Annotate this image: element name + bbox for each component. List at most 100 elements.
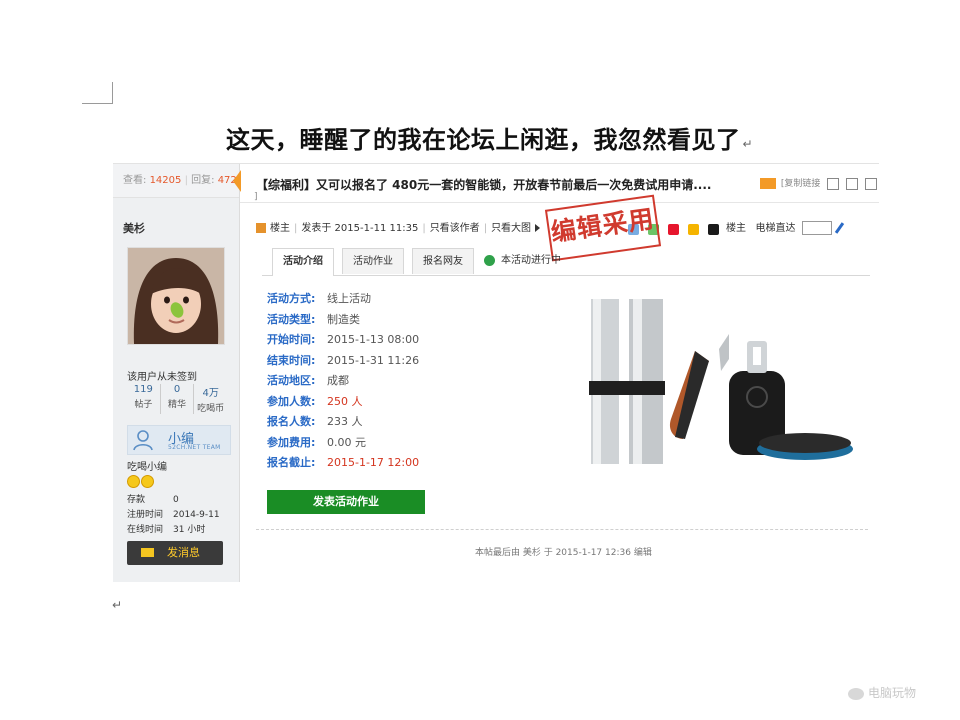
check-icon <box>484 254 495 266</box>
stat-label: 精华 <box>168 400 187 410</box>
send-message-button[interactable]: 发消息 <box>127 541 223 565</box>
info-key: 存款 <box>127 495 146 505</box>
forum-screenshot: 查看: 14205 | 回复: 472 美杉 该用户从未签到 119 帖子 0 精华 <box>113 163 879 582</box>
stat-value: 0 <box>173 384 181 395</box>
info-row: 存款 0 <box>127 492 220 507</box>
smiley-icon <box>127 475 140 488</box>
author-sidebar: 查看: 14205 | 回复: 472 美杉 该用户从未签到 119 帖子 0 精华 <box>113 164 241 582</box>
elevator-label: 电梯直达 <box>755 223 796 234</box>
print-icon[interactable] <box>827 177 840 190</box>
elevator-input[interactable] <box>801 221 832 235</box>
site-watermark: 电脑玩物 <box>848 684 916 701</box>
smart-lock-product-image <box>571 289 860 479</box>
field-label: 参加人数: <box>267 394 316 408</box>
chat-bubble-icon <box>848 687 864 700</box>
page-corner-mark <box>82 82 113 104</box>
stat-digest[interactable]: 0 精华 <box>161 384 195 414</box>
stat-value: 119 <box>133 384 153 395</box>
tab-activity-work[interactable]: 活动作业 <box>342 248 404 274</box>
person-icon <box>133 430 153 451</box>
info-key: 注册时间 <box>127 510 164 520</box>
stats-divider: | <box>184 175 188 186</box>
team-tag: 52CH.NET TEAM <box>168 444 221 451</box>
weibo-icon[interactable] <box>668 224 680 235</box>
user-info: 存款 0 注册时间 2014-9-11 在线时间 31 小时 <box>127 492 220 537</box>
stat-label: 吃喝币 <box>197 404 225 414</box>
team-badge: 小编 52CH.NET TEAM <box>127 425 231 455</box>
field-row: 报名截止: 2015-1-17 12:00 <box>267 454 419 475</box>
submit-work-button[interactable]: 发表活动作业 <box>267 490 425 514</box>
copy-link[interactable]: [复制链接 <box>781 179 821 189</box>
title-tools: [复制链接 <box>760 176 878 190</box>
field-value: 线上活动 <box>327 292 371 305</box>
paragraph-mark: ↵ <box>112 598 123 612</box>
activity-tabs: 活动介绍 活动作业 报名网友 本活动进行中 <box>262 248 870 276</box>
post-title-bar: 【综福利】又可以报名了 480元一套的智能锁，开放春节前最后一次免费试用申请..… <box>240 164 879 203</box>
heading-text: 这天，睡醒了的我在论坛上闲逛，我忽然看见了 <box>226 126 741 154</box>
signin-status: 该用户从未签到 <box>127 372 197 383</box>
floor-label: 楼主 <box>726 223 746 234</box>
field-value: 成都 <box>327 374 349 387</box>
info-row: 在线时间 31 小时 <box>127 522 220 537</box>
post-title[interactable]: 【综福利】又可以报名了 480元一套的智能锁，开放春节前最后一次免费试用申请..… <box>256 176 711 193</box>
field-label: 参加费用: <box>267 435 316 449</box>
field-label: 报名人数: <box>267 415 316 428</box>
field-row: 开始时间: 2015-1-13 08:00 <box>267 331 419 352</box>
field-value: 233 人 <box>327 415 363 428</box>
info-value: 2014-9-11 <box>173 510 220 520</box>
avatar[interactable] <box>127 247 225 345</box>
envelope-icon <box>141 548 154 557</box>
stat-coins[interactable]: 4万吃喝币 <box>194 384 227 414</box>
post-main: 【综福利】又可以报名了 480元一套的智能锁，开放春节前最后一次免费试用申请..… <box>240 164 879 582</box>
field-label: 结束时间: <box>267 353 316 367</box>
owner-icon <box>256 223 266 233</box>
field-value: 制造类 <box>327 312 360 326</box>
stat-value: 4万 <box>202 388 219 399</box>
field-row: 参加人数: 250 人 <box>267 393 419 414</box>
activity-status-text: 本活动进行中 <box>501 255 561 266</box>
prev-thread-icon[interactable] <box>846 177 859 190</box>
document-heading: 这天，睡醒了的我在论坛上闲逛，我忽然看见了 ↵ <box>226 120 753 155</box>
paragraph-mark: ↵ <box>742 137 754 151</box>
field-label: 活动地区: <box>267 374 316 387</box>
field-row: 活动地区: 成都 <box>267 372 419 393</box>
user-title: 吃喝小编 <box>127 462 167 473</box>
views-count: 14205 <box>149 175 182 186</box>
qq-icon[interactable] <box>708 224 720 235</box>
owner-label: 楼主 <box>270 223 290 234</box>
star-icon[interactable] <box>688 224 700 235</box>
field-value: 250 人 <box>327 394 363 408</box>
last-edit-note: 本帖最后由 美杉 于 2015-1-17 12:36 编辑 <box>475 548 652 558</box>
field-row: 活动类型: 制造类 <box>267 311 419 332</box>
tab-activity-intro[interactable]: 活动介绍 <box>272 248 334 276</box>
watermark-text: 电脑玩物 <box>868 686 917 700</box>
info-value: 0 <box>173 495 179 505</box>
only-author-link[interactable]: 只看该作者 <box>430 223 480 234</box>
field-value: 2015-1-17 12:00 <box>327 456 420 469</box>
field-row: 报名人数: 233 人 <box>267 413 419 434</box>
field-label: 活动类型: <box>267 312 316 326</box>
field-value: 2015-1-31 11:26 <box>327 353 420 367</box>
play-icon <box>535 224 541 232</box>
post-right-meta: 楼主 电梯直达 <box>726 219 844 235</box>
activity-status: 本活动进行中 <box>484 248 561 274</box>
info-key: 在线时间 <box>127 525 164 535</box>
info-value: 31 小时 <box>173 525 206 535</box>
field-label: 报名截止: <box>267 456 316 469</box>
user-stats: 119 帖子 0 精华 4万吃喝币 <box>127 384 227 414</box>
field-label: 活动方式: <box>267 292 316 305</box>
medal-icons <box>127 473 155 488</box>
stat-posts[interactable]: 119 帖子 <box>127 384 161 414</box>
tab-participants[interactable]: 报名网友 <box>412 248 474 274</box>
next-thread-icon[interactable] <box>865 177 878 190</box>
info-row: 注册时间 2014-9-11 <box>127 507 220 522</box>
title-wrap: ] <box>254 192 258 202</box>
divider <box>256 529 868 530</box>
field-value: 2015-1-13 08:00 <box>327 333 420 346</box>
field-value: 0.00 元 <box>327 435 366 449</box>
posted-at: 发表于 2015-1-11 11:35 <box>301 223 419 234</box>
vip-badge-icon <box>760 178 776 189</box>
views-label: 查看: <box>123 175 147 186</box>
view-big-link[interactable]: 只看大图 <box>491 223 531 234</box>
author-name[interactable]: 美杉 <box>123 220 145 236</box>
